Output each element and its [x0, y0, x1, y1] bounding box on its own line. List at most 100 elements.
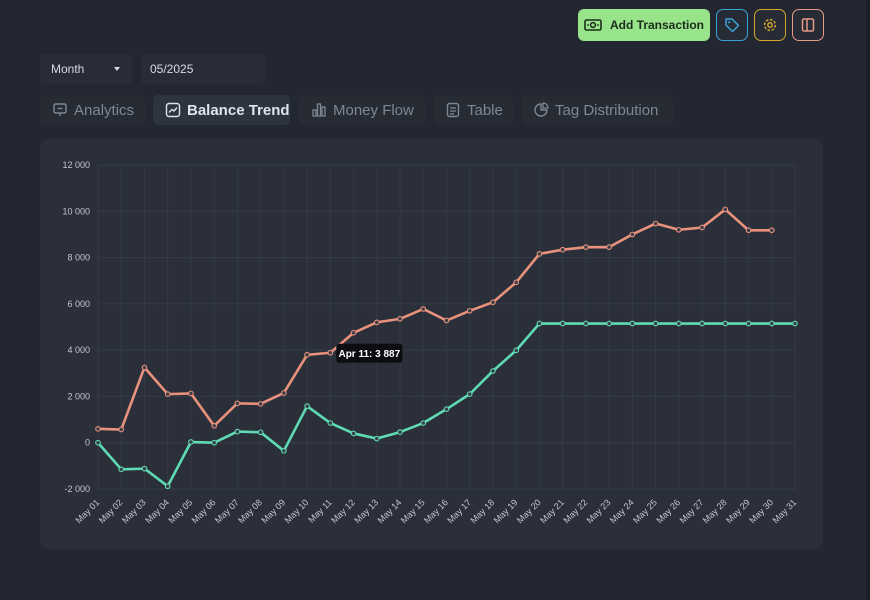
data-point[interactable]	[257, 400, 264, 407]
data-point[interactable]	[536, 251, 543, 257]
data-point[interactable]	[652, 320, 659, 327]
tab-balance-trend-label: Balance Trend	[187, 101, 290, 119]
data-point[interactable]	[583, 320, 589, 327]
tag-icon	[725, 18, 740, 33]
data-point[interactable]	[257, 429, 264, 436]
tab-money-flow[interactable]: Money Flow	[299, 95, 425, 125]
data-point[interactable]	[466, 307, 473, 314]
logout-button[interactable]	[792, 9, 824, 41]
data-point[interactable]	[350, 430, 357, 437]
data-point[interactable]	[583, 244, 589, 251]
data-point[interactable]	[722, 206, 729, 213]
data-point[interactable]	[699, 224, 705, 231]
data-point[interactable]	[768, 227, 775, 234]
data-point[interactable]	[304, 403, 310, 409]
data-point[interactable]	[141, 364, 148, 371]
add-transaction-button[interactable]: Add Transaction	[578, 9, 710, 41]
y-tick-label: 2 000	[67, 391, 90, 401]
data-point[interactable]	[304, 351, 310, 358]
x-tick-label: May 19	[492, 497, 520, 525]
x-tick-label: May 03	[120, 497, 148, 525]
data-point[interactable]	[606, 244, 612, 251]
data-point[interactable]	[164, 483, 171, 490]
chart-tooltip: Apr 11: 3 887	[336, 343, 403, 363]
data-point[interactable]	[675, 320, 682, 327]
tab-tag-distribution[interactable]: Tag Distribution	[521, 95, 673, 125]
x-tick-label: May 14	[376, 497, 404, 525]
data-point[interactable]	[768, 320, 775, 327]
x-tick-label: May 06	[190, 497, 218, 525]
x-tick-label: May 21	[538, 497, 566, 525]
data-point[interactable]	[118, 426, 125, 433]
data-point[interactable]	[188, 439, 194, 445]
data-point[interactable]	[118, 466, 125, 473]
tab-tag-distribution-label: Tag Distribution	[555, 101, 659, 119]
y-tick-label: 4 000	[67, 345, 90, 355]
data-point[interactable]	[629, 231, 636, 238]
data-point[interactable]	[490, 299, 496, 306]
money-icon	[584, 19, 602, 31]
data-point[interactable]	[397, 429, 403, 435]
data-point[interactable]	[373, 319, 380, 326]
data-point[interactable]	[559, 246, 566, 253]
data-point[interactable]	[606, 320, 612, 327]
y-tick-label: 6 000	[67, 299, 90, 309]
data-point[interactable]	[234, 400, 241, 407]
x-tick-label: May 08	[236, 497, 264, 525]
data-point[interactable]	[327, 420, 334, 426]
balance-trend-chart: -2 00002 0004 0006 0008 00010 00012 000 …	[62, 160, 798, 525]
window-scroll-edge	[866, 0, 870, 600]
data-point[interactable]	[234, 428, 241, 435]
data-point[interactable]	[350, 329, 357, 336]
data-point[interactable]	[536, 320, 543, 327]
data-point[interactable]	[675, 226, 682, 233]
data-point[interactable]	[699, 320, 705, 327]
data-point[interactable]	[629, 320, 636, 327]
data-point[interactable]	[420, 306, 427, 312]
x-tick-label: May 22	[561, 497, 589, 525]
x-axis: May 01May 02May 03May 04May 05May 06May …	[73, 497, 798, 525]
data-point[interactable]	[373, 435, 380, 442]
data-point[interactable]	[722, 320, 729, 327]
data-point[interactable]	[281, 390, 287, 396]
data-point[interactable]	[466, 391, 473, 397]
data-point[interactable]	[188, 390, 194, 397]
period-select[interactable]: Month	[40, 54, 132, 84]
tab-analytics[interactable]: Analytics	[40, 95, 145, 125]
data-point[interactable]	[164, 391, 171, 397]
bar-chart-icon	[312, 103, 326, 117]
data-point[interactable]	[327, 349, 334, 356]
data-point[interactable]	[95, 439, 101, 446]
data-point[interactable]	[559, 320, 566, 327]
date-input[interactable]: 05/2025	[141, 54, 265, 84]
data-point[interactable]	[745, 320, 752, 327]
data-point[interactable]	[652, 220, 659, 227]
tab-balance-trend[interactable]: Balance Trend	[153, 95, 290, 125]
data-point[interactable]	[513, 279, 520, 286]
data-point[interactable]	[443, 317, 450, 324]
gear-icon	[763, 18, 777, 32]
tags-button[interactable]	[716, 9, 748, 41]
chart-grid	[97, 164, 796, 490]
data-point[interactable]	[281, 447, 287, 454]
x-tick-label: May 04	[143, 497, 171, 525]
settings-button[interactable]	[754, 9, 786, 41]
x-tick-label: May 11	[306, 497, 333, 524]
y-tick-label: 10 000	[62, 206, 90, 216]
period-select-value: Month	[51, 62, 85, 76]
data-point[interactable]	[792, 320, 798, 327]
trend-icon	[165, 102, 181, 118]
data-point[interactable]	[513, 347, 520, 354]
data-point[interactable]	[211, 439, 218, 446]
data-point[interactable]	[490, 368, 496, 374]
data-point[interactable]	[211, 422, 218, 429]
data-point[interactable]	[745, 227, 752, 234]
tab-table[interactable]: Table	[433, 95, 513, 125]
x-tick-label: May 30	[747, 497, 775, 525]
data-point[interactable]	[397, 316, 403, 322]
data-point[interactable]	[420, 420, 427, 426]
data-point[interactable]	[443, 406, 450, 413]
data-point[interactable]	[95, 425, 101, 432]
analytics-icon	[53, 103, 67, 116]
data-point[interactable]	[141, 465, 148, 472]
